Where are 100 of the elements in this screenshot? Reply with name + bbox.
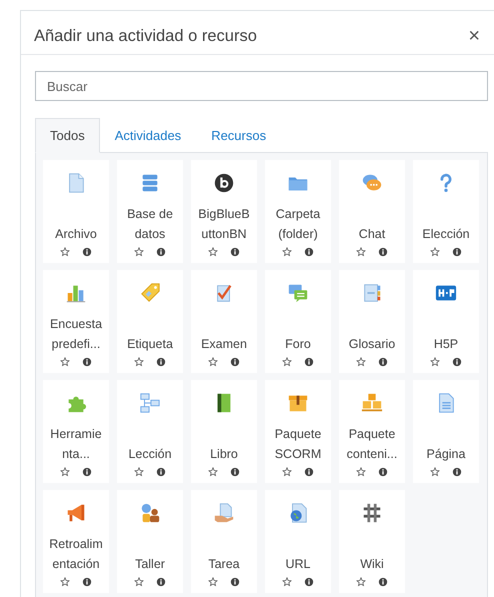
forum-icon xyxy=(287,282,309,304)
activity-card[interactable]: Taller xyxy=(117,490,183,593)
info-icon[interactable] xyxy=(156,467,166,477)
star-icon[interactable] xyxy=(356,577,366,587)
star-icon[interactable] xyxy=(134,467,144,477)
circle-logo-icon xyxy=(213,172,235,194)
activity-card[interactable]: Lección xyxy=(117,380,183,483)
star-icon[interactable] xyxy=(356,357,366,367)
star-icon[interactable] xyxy=(208,247,218,257)
star-icon[interactable] xyxy=(208,467,218,477)
activity-name: Libro xyxy=(210,446,238,463)
megaphone-icon xyxy=(65,502,87,524)
star-icon[interactable] xyxy=(60,467,70,477)
info-icon[interactable] xyxy=(82,467,92,477)
activity-card[interactable]: Archivo xyxy=(43,160,109,263)
search-field[interactable]: Buscar xyxy=(35,71,488,101)
activity-card[interactable]: Wiki xyxy=(339,490,405,593)
info-icon[interactable] xyxy=(452,357,462,367)
info-icon[interactable] xyxy=(378,577,388,587)
activity-name: Taller xyxy=(135,556,165,573)
info-icon[interactable] xyxy=(82,357,92,367)
tag-icon xyxy=(139,282,161,304)
activity-card[interactable]: H5P xyxy=(413,270,479,373)
star-icon[interactable] xyxy=(356,467,366,477)
star-icon[interactable] xyxy=(282,577,292,587)
info-icon[interactable] xyxy=(156,357,166,367)
activity-name: Paquete conteni... xyxy=(346,426,398,463)
star-icon[interactable] xyxy=(60,357,70,367)
activity-card[interactable]: Paquete conteni... xyxy=(339,380,405,483)
info-icon[interactable] xyxy=(230,247,240,257)
activity-name: Examen xyxy=(201,336,247,353)
activity-name: Elección xyxy=(422,226,470,243)
glossary-book-icon xyxy=(361,282,383,304)
activity-card[interactable]: Etiqueta xyxy=(117,270,183,373)
activity-name: Archivo xyxy=(55,226,97,243)
activity-card[interactable]: Retroalim entación xyxy=(43,490,109,593)
star-icon[interactable] xyxy=(208,577,218,587)
activity-name: BigBlueB uttonBN xyxy=(198,206,250,243)
activity-name: Wiki xyxy=(360,556,384,573)
tab[interactable]: Todos xyxy=(35,118,100,153)
star-icon[interactable] xyxy=(282,247,292,257)
activity-name: H5P xyxy=(434,336,458,353)
info-icon[interactable] xyxy=(378,467,388,477)
star-icon[interactable] xyxy=(134,577,144,587)
info-icon[interactable] xyxy=(304,357,314,367)
star-icon[interactable] xyxy=(60,577,70,587)
activity-card[interactable]: Glosario xyxy=(339,270,405,373)
info-icon[interactable] xyxy=(304,247,314,257)
info-icon[interactable] xyxy=(378,247,388,257)
star-icon[interactable] xyxy=(282,357,292,367)
info-icon[interactable] xyxy=(156,577,166,587)
activity-card[interactable]: Página xyxy=(413,380,479,483)
activity-card[interactable]: Tarea xyxy=(191,490,257,593)
activity-card[interactable]: Foro xyxy=(265,270,331,373)
star-icon[interactable] xyxy=(430,357,440,367)
tab[interactable]: Actividades xyxy=(100,118,196,153)
activity-card[interactable]: Chat xyxy=(339,160,405,263)
activity-name: Lección xyxy=(128,446,172,463)
activity-card[interactable]: Paquete SCORM xyxy=(265,380,331,483)
info-icon[interactable] xyxy=(230,467,240,477)
activity-name: Carpeta (folder) xyxy=(276,206,320,243)
star-icon[interactable] xyxy=(134,357,144,367)
activity-name: Página xyxy=(426,446,466,463)
activity-card[interactable]: Encuesta predefi... xyxy=(43,270,109,373)
boxes-icon xyxy=(361,392,383,414)
star-icon[interactable] xyxy=(430,247,440,257)
star-icon[interactable] xyxy=(356,247,366,257)
activity-name: Paquete SCORM xyxy=(274,426,322,463)
activity-card[interactable]: BigBlueB uttonBN xyxy=(191,160,257,263)
activity-name: Tarea xyxy=(208,556,240,573)
activity-card[interactable]: URL xyxy=(265,490,331,593)
close-button[interactable]: × xyxy=(466,25,482,48)
info-icon[interactable] xyxy=(452,467,462,477)
activity-card[interactable]: Examen xyxy=(191,270,257,373)
activity-card[interactable]: Elección xyxy=(413,160,479,263)
activity-name: Base de datos xyxy=(127,206,173,243)
star-icon[interactable] xyxy=(134,247,144,257)
activity-card[interactable]: Carpeta (folder) xyxy=(265,160,331,263)
people-icon xyxy=(139,502,161,524)
info-icon[interactable] xyxy=(82,247,92,257)
activity-name: Etiqueta xyxy=(127,336,173,353)
info-icon[interactable] xyxy=(378,357,388,367)
info-icon[interactable] xyxy=(304,467,314,477)
info-icon[interactable] xyxy=(230,577,240,587)
activity-card[interactable]: Libro xyxy=(191,380,257,483)
activity-card[interactable]: Base de datos xyxy=(117,160,183,263)
info-icon[interactable] xyxy=(82,577,92,587)
info-icon[interactable] xyxy=(230,357,240,367)
activity-card[interactable]: Herramie nta... xyxy=(43,380,109,483)
star-icon[interactable] xyxy=(282,467,292,477)
tab[interactable]: Recursos xyxy=(196,118,282,153)
info-icon[interactable] xyxy=(156,247,166,257)
star-icon[interactable] xyxy=(208,357,218,367)
wiki-icon xyxy=(361,502,383,524)
star-icon[interactable] xyxy=(60,247,70,257)
activity-name: Chat xyxy=(358,226,386,243)
info-icon[interactable] xyxy=(452,247,462,257)
info-icon[interactable] xyxy=(304,577,314,587)
star-icon[interactable] xyxy=(430,467,440,477)
activity-name: Herramie nta... xyxy=(50,426,102,463)
